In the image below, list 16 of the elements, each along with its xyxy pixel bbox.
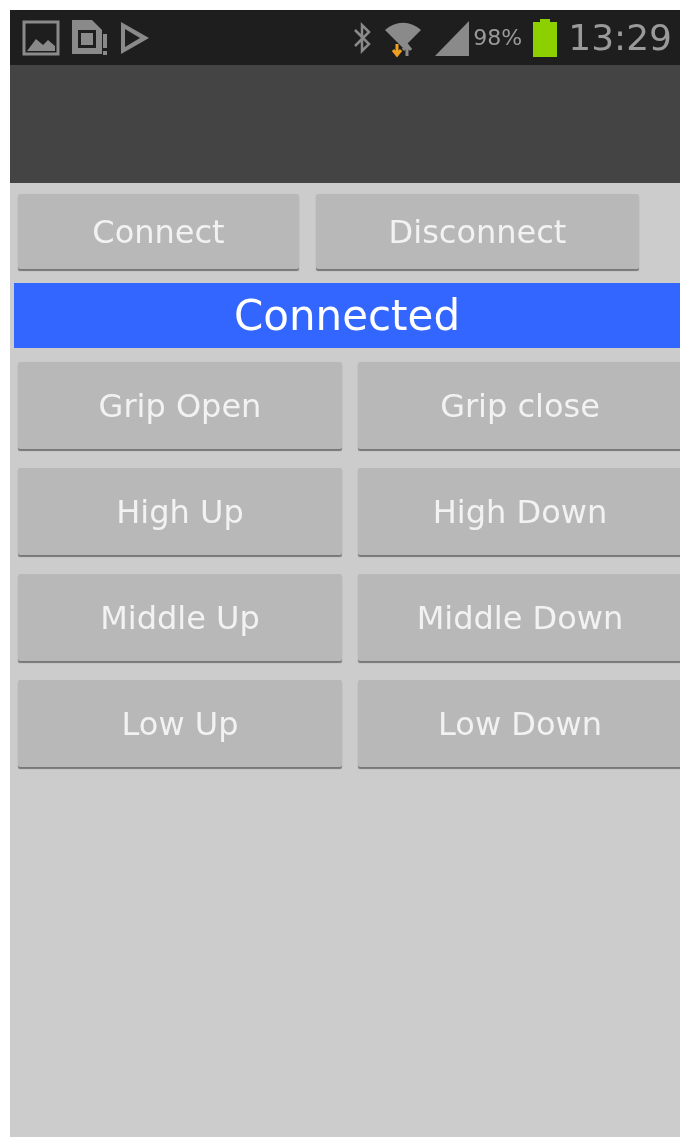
connection-status: Connected	[14, 283, 680, 348]
battery-percent: 98%	[473, 25, 523, 50]
app-button[interactable]: High Down	[358, 468, 680, 555]
image-icon	[22, 19, 60, 56]
app-button[interactable]: Grip close	[358, 362, 680, 449]
app-button[interactable]: Disconnect	[316, 194, 639, 269]
app-button[interactable]: High Up	[18, 468, 342, 555]
app-button[interactable]: Middle Up	[18, 574, 342, 661]
battery-icon	[532, 18, 559, 57]
app-button[interactable]: Middle Down	[358, 574, 680, 661]
app-button[interactable]: Grip Open	[18, 362, 342, 449]
clock-time: 13:29	[568, 17, 672, 58]
app-button[interactable]: Low Up	[18, 680, 342, 767]
sim-card-icon	[70, 17, 108, 58]
app-button[interactable]: Low Down	[358, 680, 680, 767]
app-button[interactable]: Connect	[18, 194, 299, 269]
